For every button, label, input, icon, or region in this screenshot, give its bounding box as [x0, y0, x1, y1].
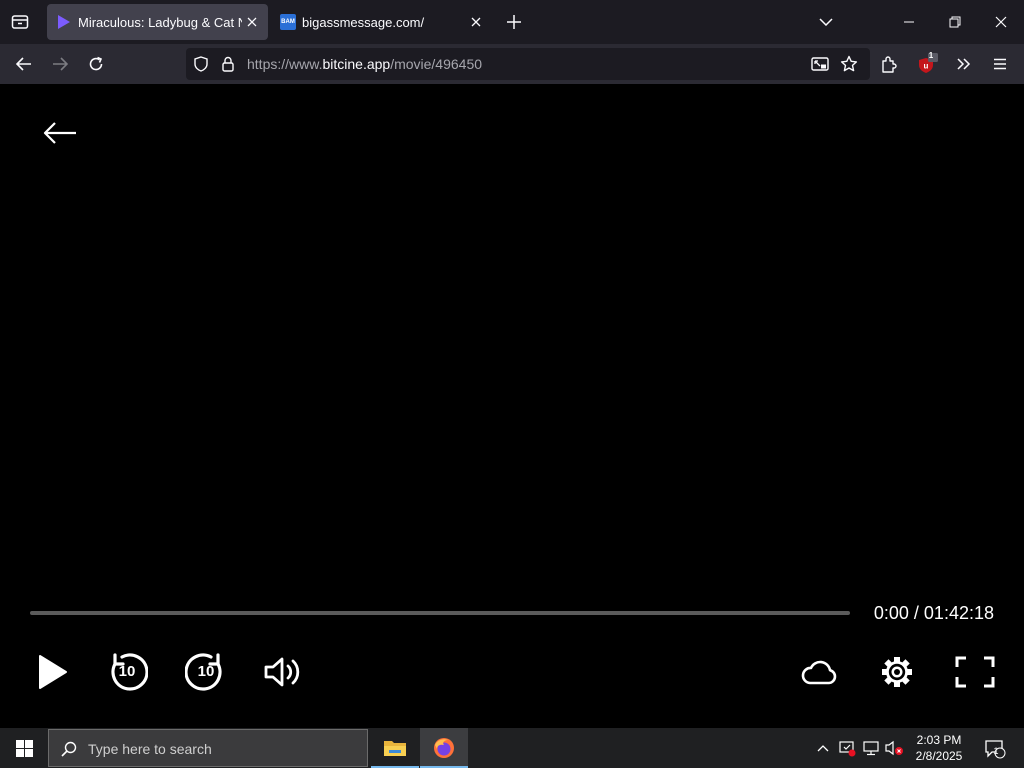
- show-hidden-icons-chevron-up-icon[interactable]: [814, 740, 832, 756]
- settings-gear-icon[interactable]: [877, 652, 917, 692]
- back-arrow-icon[interactable]: [10, 52, 38, 76]
- new-tab-plus-icon[interactable]: [502, 10, 526, 34]
- tab-title: bigassmessage.com/: [302, 14, 425, 30]
- file-explorer-taskbar-button[interactable]: [371, 728, 419, 768]
- video-play-favicon-icon: [56, 14, 72, 30]
- extensions-puzzle-icon[interactable]: [876, 52, 902, 76]
- more-tools-chevrons-icon[interactable]: [951, 52, 977, 76]
- url-scheme: https://www.: [247, 56, 323, 72]
- notification-count: 1: [993, 746, 999, 756]
- tracking-protection-shield-icon[interactable]: [192, 55, 210, 73]
- seek-progress-bar[interactable]: [30, 611, 850, 615]
- folder-icon: [384, 741, 406, 756]
- security-shield-tray-icon[interactable]: [837, 738, 857, 758]
- forward-arrow-icon[interactable]: [46, 52, 74, 76]
- back-arrow-icon[interactable]: [40, 118, 80, 148]
- address-bar[interactable]: https://www.bitcine.app/movie/496450: [186, 48, 870, 80]
- hamburger-menu-icon[interactable]: [987, 52, 1013, 76]
- windows-start-icon[interactable]: [0, 728, 48, 768]
- current-time: 0:00: [873, 603, 909, 623]
- bam-favicon-text: BAM: [281, 19, 295, 25]
- tab-miraculous[interactable]: Miraculous: Ladybug & Cat Noir: [47, 4, 268, 40]
- restore-window-icon[interactable]: [932, 10, 978, 34]
- cloud-icon[interactable]: [799, 654, 839, 690]
- tab-bigassmessage[interactable]: BAM bigassmessage.com/: [271, 4, 492, 40]
- url-path: /movie/496450: [390, 56, 483, 72]
- play-icon[interactable]: [32, 650, 72, 694]
- minimize-window-icon[interactable]: [886, 10, 932, 34]
- close-window-icon[interactable]: [978, 10, 1024, 34]
- close-tab-icon[interactable]: [466, 12, 486, 32]
- navigation-toolbar: https://www.bitcine.app/movie/496450 u 1: [0, 44, 1024, 84]
- list-all-tabs-icon[interactable]: [8, 12, 32, 32]
- duration: 01:42:18: [923, 603, 994, 623]
- firefox-icon: [434, 738, 454, 758]
- firefox-taskbar-button[interactable]: [420, 728, 468, 768]
- search-magnifier-icon: [60, 740, 78, 758]
- tab-overflow-chevron-down-icon[interactable]: [814, 10, 838, 34]
- volume-icon[interactable]: [261, 652, 305, 692]
- tab-title: Miraculous: Ladybug & Cat Noir: [78, 14, 242, 30]
- time-separator: /: [908, 603, 924, 623]
- windows-taskbar: Type here to search 2:03 PM 2/8/2025 1: [0, 728, 1024, 768]
- time-display: 0:00 / 01:42:18: [874, 603, 994, 624]
- bookmark-star-icon[interactable]: [839, 55, 859, 73]
- svg-text:u: u: [924, 62, 929, 71]
- rewind-seconds-label: 10: [118, 663, 136, 680]
- system-clock[interactable]: 2:03 PM 2/8/2025: [906, 732, 972, 764]
- reload-icon[interactable]: [82, 52, 110, 76]
- url-text[interactable]: https://www.bitcine.app/movie/496450: [247, 56, 482, 72]
- forward-seconds-label: 10: [197, 663, 215, 680]
- browser-tab-strip: Miraculous: Ladybug & Cat Noir BAM bigas…: [0, 0, 1024, 44]
- bam-favicon-icon: BAM: [280, 14, 296, 30]
- search-placeholder: Type here to search: [88, 741, 212, 757]
- close-tab-icon[interactable]: [242, 12, 262, 32]
- fullscreen-icon[interactable]: [954, 654, 996, 690]
- clock-time: 2:03 PM: [916, 733, 962, 747]
- picture-in-picture-icon[interactable]: [810, 55, 830, 73]
- url-host: bitcine.app: [322, 56, 391, 72]
- extension-badge-count: 1: [928, 51, 934, 60]
- network-disconnected-icon[interactable]: [861, 738, 881, 758]
- taskbar-search-box[interactable]: Type here to search: [48, 729, 368, 767]
- lock-icon[interactable]: [219, 55, 237, 73]
- video-player[interactable]: 0:00 / 01:42:18 10 10: [0, 84, 1024, 728]
- volume-muted-tray-icon[interactable]: [884, 738, 906, 758]
- clock-date: 2/8/2025: [915, 749, 963, 763]
